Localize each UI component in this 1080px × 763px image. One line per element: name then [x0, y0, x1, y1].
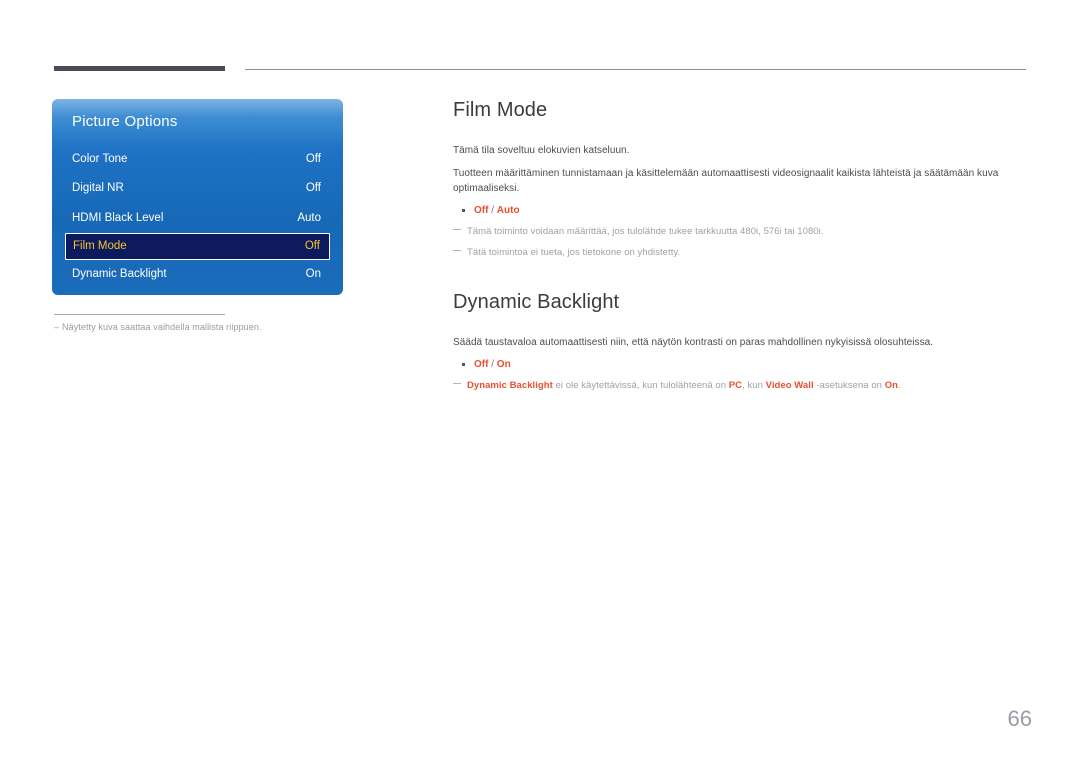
note-accent-term: PC: [728, 380, 743, 391]
section-note: Tätä toimintoa ei tueta, jos tietokone o…: [453, 246, 1028, 260]
osd-menu-list: Color Tone Off Digital NR Off HDMI Black Lev…: [52, 144, 343, 289]
note-text: ei ole käytettävissä, kun tulolähteenä o…: [552, 380, 729, 391]
osd-row-hdmi-black-level[interactable]: HDMI Black Level Auto: [52, 203, 343, 233]
osd-row-value: On: [305, 268, 321, 281]
left-footnote: – Näytetty kuva saattaa vaihdella mallist…: [54, 322, 262, 332]
note-text: Tätä toimintoa ei tueta, jos tietokone o…: [467, 247, 681, 258]
left-footnote-separator: [54, 314, 225, 315]
option-value-1: Off: [474, 205, 489, 216]
note-accent-term: Video Wall: [765, 380, 814, 391]
content-column: Film Mode Tämä tila soveltuu elokuvien ka…: [453, 98, 1028, 393]
section-title: Dynamic Backlight: [453, 291, 620, 313]
option-value-2: On: [496, 359, 511, 370]
osd-row-label: Digital NR: [72, 182, 124, 195]
section-paragraph: Tämä tila soveltuu elokuvien katseluun.: [453, 145, 630, 156]
option-value-1: Off: [474, 359, 489, 370]
osd-row-film-mode[interactable]: Film Mode Off: [65, 232, 330, 260]
osd-menu-title: Picture Options: [72, 113, 178, 130]
note-accent-term: On: [884, 380, 898, 391]
note-text: .: [897, 380, 901, 391]
osd-row-value: Auto: [297, 211, 321, 224]
section-paragraph: Säädä taustavaloa automaattisesti niin, …: [453, 337, 934, 348]
header-rule-thin: [245, 69, 1026, 70]
option-value-2: Auto: [496, 205, 520, 216]
osd-row-digital-nr[interactable]: Digital NR Off: [52, 174, 343, 204]
section-dynamic-backlight: Dynamic Backlight Säädä taustavaloa autom…: [453, 290, 1028, 393]
osd-row-label: Color Tone: [72, 152, 128, 165]
note-text: , kun: [742, 380, 766, 391]
note-accent-term: Dynamic Backlight: [467, 380, 553, 391]
note-text: -asetuksena on: [813, 380, 885, 391]
osd-row-label: Film Mode: [73, 240, 127, 252]
option-item: Off / Auto: [453, 203, 1028, 218]
option-separator: /: [488, 205, 497, 216]
osd-row-value: Off: [305, 152, 321, 165]
osd-row-value: Off: [305, 182, 321, 195]
osd-row-label: HDMI Black Level: [72, 211, 164, 224]
section-title: Film Mode: [453, 99, 548, 121]
osd-menu-panel: Picture Options Color Tone Off Digital NR O…: [52, 99, 343, 295]
osd-row-dynamic-backlight[interactable]: Dynamic Backlight On: [52, 260, 343, 290]
section-note: Dynamic Backlight ei ole käytettävissä, …: [453, 379, 1028, 393]
note-text: Tämä toiminto voidaan määrittää, jos tul…: [467, 226, 824, 237]
page-number: 66: [1007, 706, 1032, 731]
option-item: Off / On: [453, 357, 1028, 372]
osd-row-value: Off: [304, 240, 320, 252]
section-paragraph: Tuotteen määrittäminen tunnistamaan ja k…: [453, 168, 999, 194]
option-list: Off / On: [453, 357, 1028, 372]
option-list: Off / Auto: [453, 203, 1028, 218]
section-film-mode: Film Mode Tämä tila soveltuu elokuvien ka…: [453, 98, 1028, 260]
footnote-dash: –: [54, 322, 60, 332]
section-note: Tämä toiminto voidaan määrittää, jos tul…: [453, 225, 1028, 239]
osd-row-label: Dynamic Backlight: [72, 268, 167, 281]
option-separator: /: [488, 359, 497, 370]
footnote-text: Näytetty kuva saattaa vaihdella mallista…: [62, 322, 262, 332]
osd-row-color-tone[interactable]: Color Tone Off: [52, 144, 343, 174]
header-rule-thick: [54, 66, 225, 71]
